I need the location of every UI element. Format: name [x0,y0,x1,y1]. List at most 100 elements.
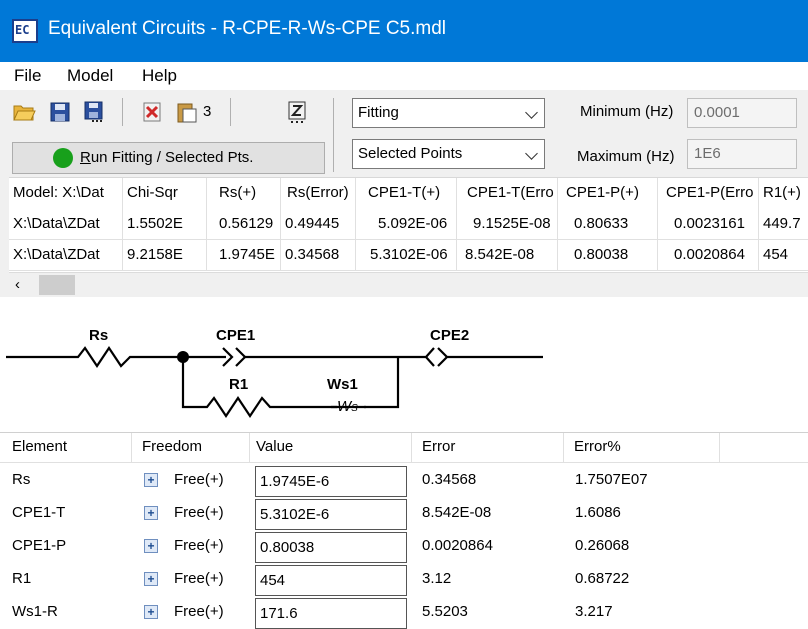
table-cell: 0.56129 [207,209,281,240]
column-header[interactable]: Freedom [132,433,250,462]
open-folder-icon[interactable] [12,100,36,124]
column-header[interactable]: Error [412,433,564,462]
table-row[interactable]: R1 + Free(+) 454 3.12 0.68722 [0,564,808,597]
column-header[interactable]: Element [0,433,132,462]
save-icon[interactable] [48,100,72,124]
mode-select-value: Fitting [358,104,399,121]
r1-resistor-wire [181,357,337,418]
column-header[interactable]: Model: X:\Dat [9,178,123,209]
menu-bar: File Model Help [0,62,808,90]
freedom-value[interactable]: Free(+) [174,564,224,594]
run-fitting-accelerator: R [80,149,91,166]
error-pct-value: 1.7507E07 [575,471,648,488]
table-row[interactable]: Ws1-R + Free(+) 171.6 5.5203 3.217 [0,597,808,629]
mode-select[interactable]: Fitting [352,98,545,128]
expand-icon[interactable]: + [144,506,158,520]
element-name: CPE1-P [12,537,67,554]
table-cell: 8.542E-08 [457,240,558,271]
value-input[interactable]: 1.9745E-6 [255,466,407,497]
table-cell: 9.1525E-08 [457,209,558,240]
table-cell: 0.0020864 [658,240,759,271]
column-header[interactable]: CPE1-T(Erro [457,178,558,209]
scroll-left-icon[interactable]: ‹ [15,276,20,293]
column-header[interactable]: Rs(Error) [281,178,356,209]
error-pct-value: 1.6086 [575,504,621,521]
paste-icon[interactable] [175,100,199,124]
freedom-value[interactable]: Free(+) [174,498,224,528]
toolbar-separator [230,98,231,126]
rs-label: Rs [89,327,109,344]
table-cell: 1.9745E [207,240,281,271]
table-cell: 5.3102E-06 [356,240,457,271]
value-input[interactable]: 171.6 [255,598,407,629]
menu-file[interactable]: File [14,66,41,86]
table-cell: X:\Data\ZDat [9,209,123,240]
maximum-hz-label: Maximum (Hz) [577,148,675,165]
warburg-symbol-letter: W [337,398,352,415]
table-cell: 1.5502E [123,209,207,240]
element-name: CPE1-T [12,504,66,521]
column-header[interactable]: Chi-Sqr [123,178,207,209]
paste-count: 3 [203,103,212,120]
column-header[interactable]: Rs(+) [207,178,281,209]
table-row[interactable]: CPE1-T + Free(+) 5.3102E-6 8.542E-08 1.6… [0,498,808,531]
column-header[interactable]: CPE1-P(+) [558,178,658,209]
cpe2-symbol [245,347,543,367]
value-input[interactable]: 0.80038 [255,532,407,563]
expand-icon[interactable]: + [144,539,158,553]
freedom-value[interactable]: Free(+) [174,531,224,561]
minimum-hz-label: Minimum (Hz) [580,103,674,120]
table-row[interactable]: Rs + Free(+) 1.9745E-6 0.34568 1.7507E07 [0,465,808,498]
table-row[interactable]: CPE1-P + Free(+) 0.80038 0.0020864 0.260… [0,531,808,564]
chevron-down-icon [525,106,538,119]
table-cell: 0.34568 [281,240,356,271]
value-input[interactable]: 5.3102E-6 [255,499,407,530]
column-header[interactable]: Value [250,433,412,462]
element-name: R1 [12,570,32,587]
run-fitting-label: un Fitting / Selected Pts. [90,149,254,166]
app-icon [12,19,38,43]
table-cell: 0.49445 [281,209,356,240]
menu-model[interactable]: Model [67,66,113,86]
title-bar: Equivalent Circuits - R-CPE-R-Ws-CPE C5.… [0,0,808,62]
column-header[interactable]: Error% [564,433,720,462]
points-select[interactable]: Selected Points [352,139,545,169]
save-as-icon[interactable] [82,100,106,124]
freedom-value[interactable]: Free(+) [174,597,224,627]
maximum-hz-input[interactable]: 1E6 [687,139,797,169]
chevron-down-icon [525,147,538,160]
error-value: 3.12 [422,570,452,587]
column-header[interactable]: R1(+) [759,178,808,209]
table-header: Model: X:\Dat Chi-Sqr Rs(+) Rs(Error) CP… [9,178,808,209]
toolbar: 3 Run Fitting / Selected Pts. Fitting Se… [0,90,808,177]
table-cell: 5.092E-06 [356,209,457,240]
horizontal-scrollbar[interactable]: ‹ [9,272,808,297]
expand-icon[interactable]: + [144,605,158,619]
circuit-diagram: Rs CPE1 CPE2 R1 Ws1 WS [0,297,808,432]
delete-icon[interactable] [140,100,164,124]
expand-icon[interactable]: + [144,572,158,586]
error-value: 0.0020864 [422,537,493,554]
error-value: 0.34568 [422,471,477,488]
minimum-hz-input[interactable]: 0.0001 [687,98,797,128]
run-fitting-button[interactable]: Run Fitting / Selected Pts. [12,142,325,174]
scrollbar-thumb[interactable] [39,275,75,295]
parameters-table: Element Freedom Value Error Error% Rs + … [0,432,808,629]
error-pct-value: 3.217 [575,603,613,620]
freedom-value[interactable]: Free(+) [174,465,224,495]
column-header[interactable]: CPE1-T(+) [356,178,457,209]
table-row[interactable]: X:\Data\ZDat 9.2158E 1.9745E 0.34568 5.3… [9,240,808,271]
value-input[interactable]: 454 [255,565,407,596]
table-header: Element Freedom Value Error Error% [0,433,808,463]
error-pct-value: 0.26068 [575,537,630,554]
table-cell: 449.7 [763,215,801,232]
data-file-icon[interactable] [285,100,309,124]
column-header[interactable]: CPE1-P(Erro [658,178,759,209]
warburg-symbol: WS [337,398,358,415]
menu-help[interactable]: Help [142,66,177,86]
table-row[interactable]: X:\Data\ZDat 1.5502E 0.56129 0.49445 5.0… [9,209,808,240]
expand-icon[interactable]: + [144,473,158,487]
table-cell: X:\Data\ZDat [9,240,123,271]
table-cell: 0.0023161 [658,209,759,240]
table-cell: 0.80633 [558,209,658,240]
